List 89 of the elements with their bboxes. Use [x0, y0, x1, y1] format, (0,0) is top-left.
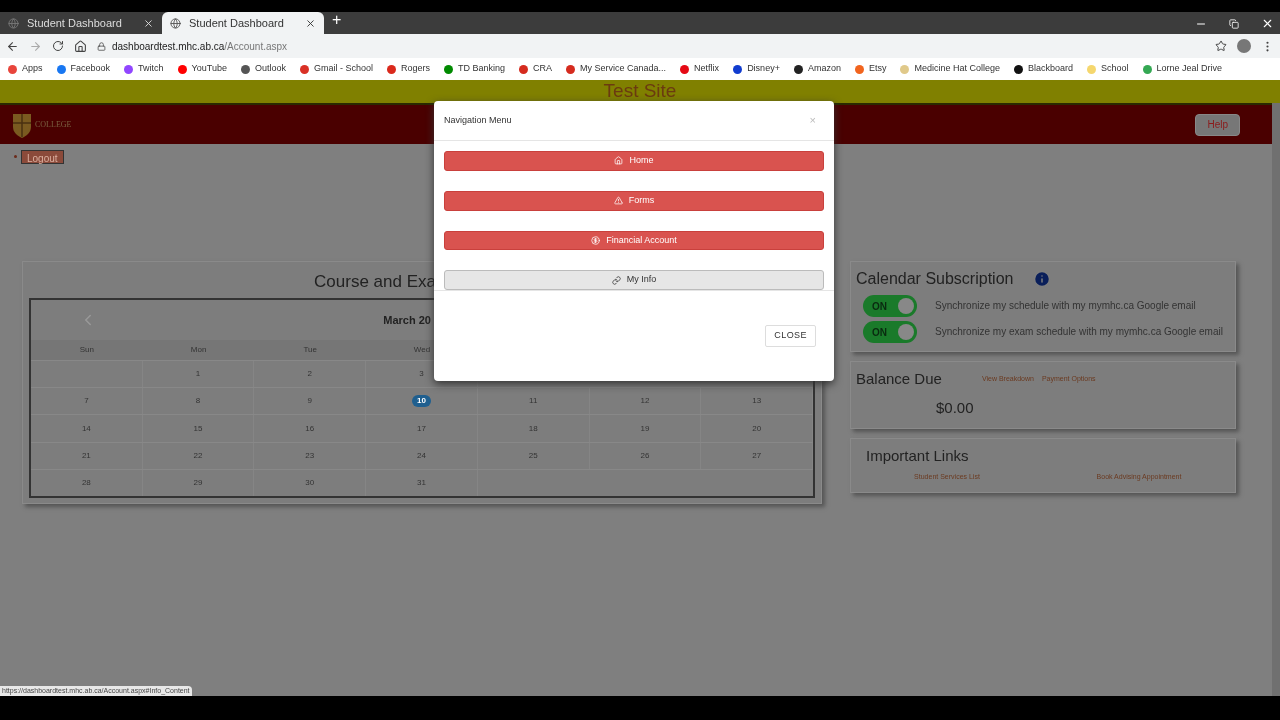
day-number[interactable]: 18 — [528, 422, 538, 435]
college-logo: COLLEGE — [12, 110, 72, 139]
day-number[interactable]: 19 — [640, 422, 650, 435]
card-title: Important Links — [866, 446, 970, 466]
close-icon[interactable] — [1261, 17, 1274, 30]
day-number[interactable]: 26 — [640, 449, 650, 462]
menu-button[interactable]: My Info — [444, 270, 824, 290]
day-number[interactable]: 23 — [305, 449, 315, 462]
card-title: Balance Due — [856, 369, 942, 389]
bookmark[interactable]: YouTube — [177, 62, 227, 76]
day-number[interactable]: 10 — [412, 395, 431, 408]
day-number[interactable]: 28 — [81, 476, 91, 489]
bookmark[interactable]: Gmail - School — [299, 62, 373, 76]
day-number[interactable]: 21 — [81, 449, 91, 462]
bookmark[interactable]: Amazon — [793, 62, 841, 76]
bookmark[interactable]: Apps — [8, 62, 43, 76]
card-title: Calendar Subscription — [856, 269, 1014, 289]
lock-icon — [97, 41, 106, 51]
toggle-switch[interactable]: ON — [863, 321, 917, 343]
new-tab-button[interactable]: + — [332, 8, 342, 32]
back-icon[interactable] — [6, 39, 19, 53]
bookmark[interactable]: School — [1087, 62, 1129, 76]
profile-avatar[interactable] — [1237, 39, 1251, 53]
home-icon[interactable] — [74, 39, 87, 53]
day-number[interactable]: 2 — [307, 368, 312, 381]
menu-button[interactable]: Home — [444, 151, 824, 171]
day-number[interactable]: 3 — [419, 368, 424, 381]
day-number[interactable]: 29 — [193, 476, 203, 489]
weekday-header: Wed — [413, 344, 431, 356]
day-number[interactable]: 8 — [195, 395, 201, 408]
day-number[interactable]: 11 — [529, 395, 538, 408]
day-number[interactable]: 15 — [193, 422, 203, 435]
bookmark[interactable]: Netflix — [680, 62, 720, 76]
globe-icon — [8, 17, 19, 29]
logout-button[interactable]: Logout — [21, 150, 64, 164]
tab-title: Student Dashboard — [27, 15, 123, 31]
reload-icon[interactable] — [52, 40, 64, 52]
close-tab-icon[interactable] — [143, 17, 154, 29]
star-icon[interactable] — [1215, 40, 1227, 52]
link-icon — [611, 275, 621, 285]
browser-tab[interactable]: Student Dashboard — [162, 12, 324, 34]
url-text: dashboardtest.mhc.ab.ca/Account.aspx — [112, 39, 288, 54]
close-tab-icon[interactable] — [305, 17, 316, 29]
bookmark[interactable]: Outlook — [240, 62, 286, 76]
modal-title: Navigation Menu — [444, 113, 512, 127]
close-button[interactable]: CLOSE — [765, 325, 816, 347]
toggle-label: Synchronize my schedule with my mymhc.ca Google email — [935, 301, 1196, 311]
menu-button[interactable]: Forms — [444, 190, 824, 211]
help-button[interactable]: Help — [1195, 113, 1240, 136]
close-button[interactable]: × — [809, 112, 816, 129]
bullet-icon — [14, 155, 17, 158]
toggle-label: Synchronize my exam schedule with my mymhc.ca Google email — [935, 327, 1223, 337]
day-number[interactable]: 12 — [640, 395, 650, 408]
day-number[interactable]: 16 — [305, 422, 315, 435]
day-number[interactable]: 31 — [417, 476, 426, 489]
day-number[interactable]: 14 — [81, 422, 91, 435]
banner-title: Test Site — [603, 79, 677, 104]
bookmark[interactable]: Twitch — [124, 62, 164, 76]
bookmark[interactable]: TD Banking — [444, 62, 506, 76]
bookmark[interactable]: Lorne Jeal Drive — [1142, 62, 1223, 76]
balance-amount: $0.00 — [936, 397, 975, 418]
bookmark[interactable]: Etsy — [854, 62, 887, 76]
bookmark[interactable]: Blackboard — [1014, 62, 1073, 76]
toggle-switch[interactable]: ON — [863, 295, 917, 317]
bookmark[interactable]: Medicine Hat College — [900, 62, 1000, 76]
bookmark[interactable]: Facebook — [56, 62, 111, 76]
day-number[interactable]: 17 — [417, 422, 426, 435]
bookmark[interactable]: Rogers — [387, 62, 430, 76]
month-title: March 20 — [383, 312, 431, 328]
home-icon — [614, 156, 624, 166]
restore-icon[interactable] — [1229, 18, 1239, 29]
day-number[interactable]: 20 — [752, 422, 762, 435]
tab-title: Student Dashboard — [189, 15, 285, 31]
warning-icon — [613, 196, 623, 206]
day-number[interactable]: 22 — [193, 449, 203, 462]
day-number[interactable]: 27 — [752, 449, 762, 462]
coin-icon — [591, 235, 601, 245]
menu-button[interactable]: Financial Account — [444, 230, 824, 251]
bookmark[interactable]: My Service Canada... — [566, 62, 667, 76]
day-number[interactable]: 25 — [528, 449, 538, 462]
day-number[interactable]: 13 — [752, 395, 762, 408]
browser-tab[interactable]: Student Dashboard — [0, 12, 162, 34]
day-number[interactable]: 30 — [305, 476, 315, 489]
bookmark[interactable]: Disney+ — [733, 62, 780, 76]
info-icon[interactable] — [1033, 270, 1052, 288]
bookmark[interactable]: CRA — [519, 62, 553, 76]
day-number[interactable]: 7 — [84, 395, 89, 408]
day-number[interactable]: 24 — [417, 449, 426, 462]
globe-icon — [170, 17, 181, 29]
